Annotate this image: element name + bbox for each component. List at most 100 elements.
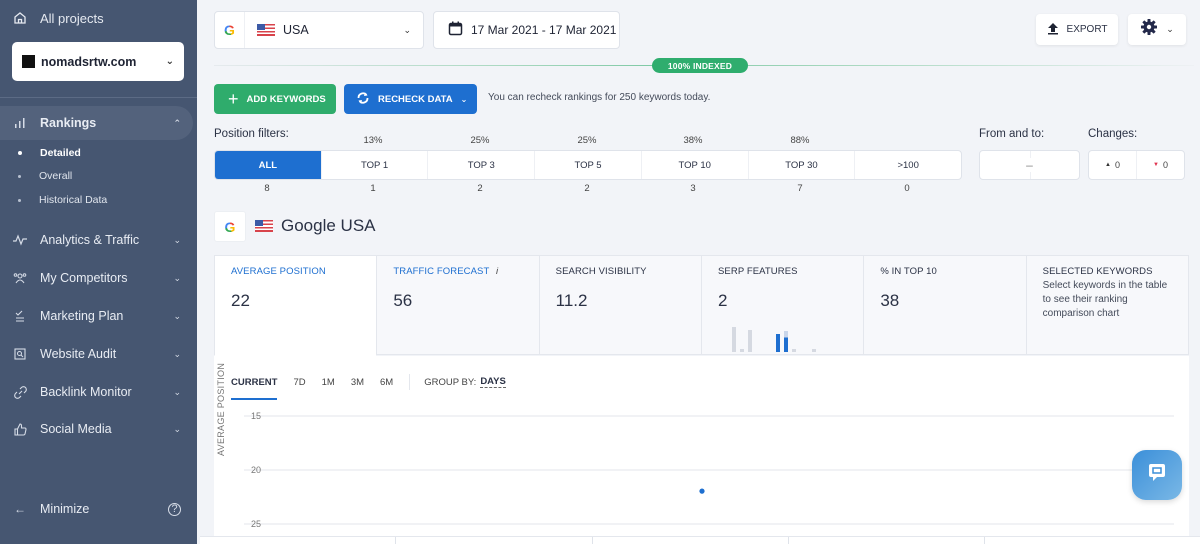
recheck-note: You can recheck rankings for 250 keyword… xyxy=(488,92,711,103)
sidebar-item-label: Backlink Monitor xyxy=(40,385,132,399)
column-divider xyxy=(395,537,396,544)
chevron-down-icon: ⌄ xyxy=(1166,24,1174,34)
sparkline-bar xyxy=(791,349,796,352)
changes-filter: ▲ 0 ▼ 0 xyxy=(1088,150,1185,180)
filter-top-3[interactable]: TOP 3 xyxy=(427,151,534,179)
chevron-down-icon: ⌄ xyxy=(173,234,181,245)
sidebar: All projects nomadsrtw.com ⌄ Rankings ⌃ … xyxy=(0,0,197,544)
gear-icon xyxy=(1140,18,1158,41)
sidebar-subitem-label: Detailed xyxy=(40,147,81,159)
triangle-up-icon: ▲ xyxy=(1105,162,1111,168)
filter-percent: 38% xyxy=(683,135,703,146)
sidebar-item-marketing-plan[interactable]: Marketing Plan ⌄ xyxy=(0,299,193,333)
us-flag-icon xyxy=(257,24,275,36)
add-keywords-label: ADD KEYWORDS xyxy=(246,93,326,105)
filter-top-30[interactable]: TOP 30 xyxy=(747,151,855,179)
sparkline-bar xyxy=(811,349,816,352)
sparkline-bar xyxy=(731,327,736,352)
from-to-input[interactable]: – xyxy=(979,150,1080,180)
position-filters-label: Position filters: xyxy=(214,128,289,140)
recheck-data-button[interactable]: RECHECK DATA ⌄ xyxy=(344,84,477,114)
changes-down-button[interactable]: ▼ 0 xyxy=(1137,151,1184,179)
sidebar-item-label: Social Media xyxy=(40,422,112,436)
filter-percent: 13% xyxy=(363,135,383,146)
google-icon: G xyxy=(214,211,246,242)
pulse-icon xyxy=(12,232,28,248)
metric-label: SERP FEATURES xyxy=(717,266,798,277)
tab-current[interactable]: CURRENT xyxy=(231,377,278,400)
export-button[interactable]: EXPORT xyxy=(1036,14,1118,45)
all-projects-link[interactable]: All projects xyxy=(0,0,197,36)
tab-1m[interactable]: 1M xyxy=(322,377,335,388)
audit-icon xyxy=(12,346,28,362)
sidebar-subitem-detailed[interactable]: Detailed xyxy=(0,142,190,164)
sidebar-divider xyxy=(0,97,197,98)
sidebar-subitem-label: Overall xyxy=(39,170,73,182)
filter-percent: 88% xyxy=(790,135,810,146)
sidebar-item-analytics-traffic[interactable]: Analytics & Traffic ⌄ xyxy=(0,223,193,257)
position-filter-bar: ALL TOP 1 TOP 3 TOP 5 TOP 10 TOP 30 >100 xyxy=(214,150,962,180)
metric-serp-features[interactable]: SERP FEATURES 2 xyxy=(700,256,863,354)
tab-3m[interactable]: 3M xyxy=(351,377,364,388)
filter-top-5[interactable]: TOP 5 xyxy=(534,151,641,179)
tab-6m[interactable]: 6M xyxy=(380,377,393,388)
google-icon: G xyxy=(215,12,245,48)
sidebar-subitem-historical-data[interactable]: Historical Data xyxy=(0,189,190,211)
filter-all[interactable]: ALL xyxy=(215,151,321,179)
group-by-select[interactable]: DAYS xyxy=(480,376,506,388)
sparkline-bar xyxy=(747,330,752,352)
minimize-button[interactable]: ← Minimize ? xyxy=(0,492,193,526)
sidebar-item-backlink-monitor[interactable]: Backlink Monitor ⌄ xyxy=(0,375,193,409)
users-icon xyxy=(12,270,28,286)
date-range-picker[interactable]: 17 Mar 2021 - 17 Mar 2021 xyxy=(433,11,620,49)
sidebar-item-rankings[interactable]: Rankings ⌃ xyxy=(0,106,193,140)
filter-count: 1 xyxy=(370,183,376,194)
triangle-down-icon: ▼ xyxy=(1153,162,1159,168)
sidebar-subitem-overall[interactable]: Overall xyxy=(0,165,190,187)
y-tick-label: 15 xyxy=(251,411,261,421)
chat-support-button[interactable] xyxy=(1132,450,1182,500)
chart-panel: 15 20 25 CURRENT 7D 1M 3M 6M GROUP BY: DAY… xyxy=(214,356,1189,536)
bullet-icon xyxy=(18,198,21,202)
tabs-divider xyxy=(409,374,411,390)
chart-period-tabs: CURRENT 7D 1M 3M 6M GROUP BY: DAYS xyxy=(231,374,506,400)
home-icon xyxy=(12,10,28,26)
chevron-down-icon: ⌄ xyxy=(173,272,181,283)
metric-label: SELECTED KEYWORDS xyxy=(1042,266,1153,277)
filter-percent: 25% xyxy=(577,135,597,146)
sidebar-item-my-competitors[interactable]: My Competitors ⌄ xyxy=(0,261,193,295)
sidebar-item-label: Website Audit xyxy=(40,347,117,361)
info-icon[interactable]: i xyxy=(496,266,498,277)
help-icon[interactable]: ? xyxy=(168,502,181,516)
metric-traffic-forecast[interactable]: TRAFFIC FORECAST i 56 xyxy=(376,256,538,354)
metric-average-position[interactable]: AVERAGE POSITION 22 xyxy=(215,256,377,357)
changes-up-button[interactable]: ▲ 0 xyxy=(1089,151,1137,179)
search-engine-select[interactable]: G USA ⌄ xyxy=(214,11,424,49)
tab-7d[interactable]: 7D xyxy=(293,377,305,388)
chevron-down-icon: ⌄ xyxy=(173,386,181,397)
sidebar-item-label: Rankings xyxy=(40,116,97,130)
sidebar-item-social-media[interactable]: Social Media ⌄ xyxy=(0,412,193,446)
changes-down-count: 0 xyxy=(1162,160,1168,170)
recheck-label: RECHECK DATA xyxy=(378,93,453,105)
group-by-label: GROUP BY: xyxy=(424,376,477,388)
column-divider xyxy=(592,537,593,544)
y-tick-label: 25 xyxy=(251,519,261,529)
data-point[interactable] xyxy=(699,488,705,494)
filter-over-100[interactable]: >100 xyxy=(854,151,961,179)
metric-percent-top-10[interactable]: % IN TOP 10 38 xyxy=(863,256,1025,354)
metric-search-visibility[interactable]: SEARCH VISIBILITY 11.2 xyxy=(538,256,701,354)
refresh-icon xyxy=(356,91,370,108)
sidebar-subitem-label: Historical Data xyxy=(39,194,108,206)
chevron-down-icon: ⌄ xyxy=(173,423,181,434)
project-select[interactable]: nomadsrtw.com ⌄ xyxy=(12,42,184,81)
filter-top-1[interactable]: TOP 1 xyxy=(320,151,428,179)
column-divider xyxy=(788,537,789,544)
metrics-row: AVERAGE POSITION 22 TRAFFIC FORECAST i 5… xyxy=(214,255,1189,357)
metric-label: SEARCH VISIBILITY xyxy=(555,266,647,277)
from-to-label: From and to: xyxy=(979,128,1045,140)
settings-button[interactable]: ⌄ xyxy=(1128,14,1186,45)
sidebar-item-website-audit[interactable]: Website Audit ⌄ xyxy=(0,337,193,371)
add-keywords-button[interactable]: + ADD KEYWORDS xyxy=(214,84,336,114)
filter-top-10[interactable]: TOP 10 xyxy=(640,151,748,179)
